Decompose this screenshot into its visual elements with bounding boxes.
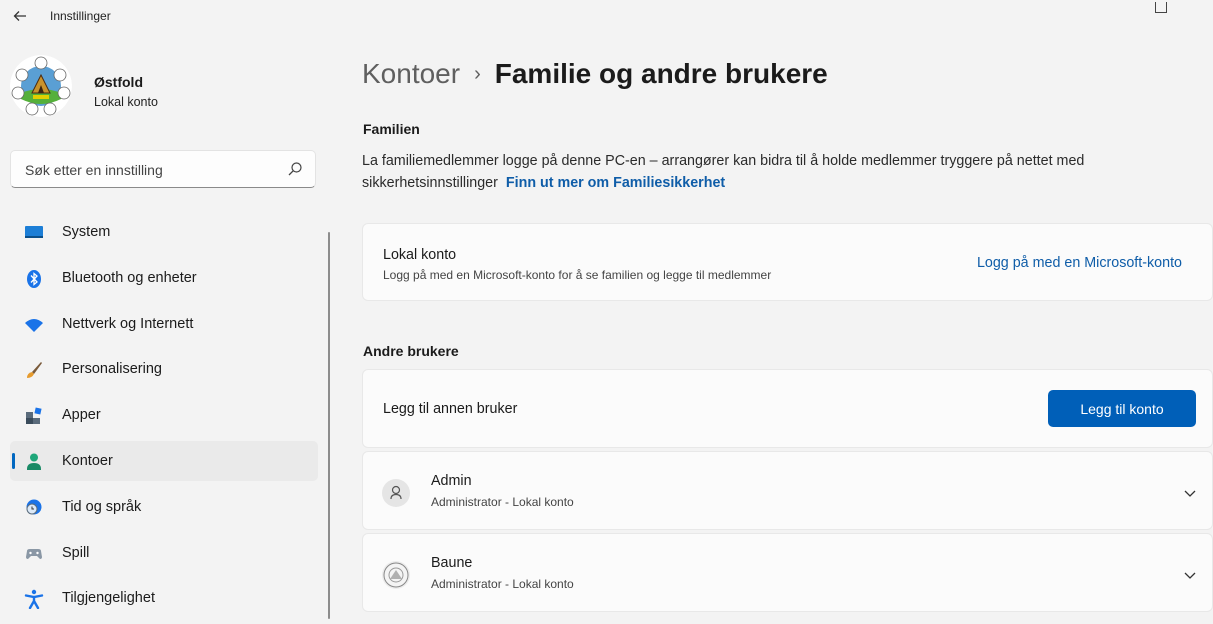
apps-icon (26, 407, 42, 425)
selection-indicator (12, 452, 15, 469)
person-outline-icon (390, 485, 402, 500)
avatar (382, 479, 410, 507)
sidebar-item-label: Nettverk og Internett (62, 315, 194, 332)
gamepad-icon (26, 548, 42, 559)
local-account-card: Lokal konto Logg på med en Microsoft-kon… (362, 223, 1213, 301)
bluetooth-icon (27, 269, 41, 288)
sidebar-item-label: Tid og språk (62, 498, 142, 515)
family-safety-link[interactable]: Finn ut mer om Familiesikkerhet (506, 175, 725, 191)
add-user-card: Legg til annen bruker Legg til konto (362, 369, 1213, 448)
user-profile[interactable]: Østfold Lokal konto (10, 55, 310, 127)
person-icon (27, 453, 41, 470)
user-photo-icon (383, 562, 409, 588)
sidebar-item-apps[interactable]: Apper (10, 395, 318, 435)
sidebar-item-label: Apper (62, 407, 101, 424)
sidebar-item-label: Bluetooth og enheter (62, 269, 197, 286)
breadcrumb: Kontoer › Familie og andre brukere (362, 58, 828, 90)
search-input[interactable] (23, 159, 277, 181)
profile-name: Østfold (94, 74, 143, 90)
user-row-baune[interactable]: Baune Administrator - Lokal konto (362, 533, 1213, 612)
sidebar-scrollbar[interactable] (328, 232, 330, 619)
user-name: Admin (431, 473, 472, 489)
monitor-icon (25, 226, 43, 238)
sidebar-item-system[interactable]: System (10, 212, 318, 252)
sidebar-nav: System Bluetooth og enheter Nettverk og … (10, 212, 318, 624)
local-account-subtitle: Logg på med en Microsoft-konto for å se … (383, 268, 772, 282)
avatar (10, 55, 72, 117)
chevron-down-icon[interactable] (1182, 485, 1198, 501)
accessibility-icon (24, 590, 44, 610)
wifi-icon (25, 318, 43, 332)
sidebar-item-label: Spill (62, 544, 90, 561)
sidebar-item-gaming[interactable]: Spill (10, 533, 318, 573)
user-name: Baune (431, 555, 473, 571)
chevron-down-icon[interactable] (1182, 567, 1198, 583)
user-role: Administrator - Lokal konto (431, 495, 574, 509)
family-heading: Familien (363, 121, 420, 137)
sidebar-item-label: Kontoer (62, 452, 113, 469)
other-users-heading: Andre brukere (363, 343, 459, 359)
user-row-admin[interactable]: Admin Administrator - Lokal konto (362, 451, 1213, 530)
breadcrumb-separator: › (474, 63, 481, 85)
breadcrumb-parent[interactable]: Kontoer (362, 58, 460, 89)
sidebar-item-label: Personalisering (62, 361, 162, 378)
add-user-label: Legg til annen bruker (383, 401, 518, 417)
sidebar-item-label: System (62, 224, 111, 240)
search-icon[interactable] (287, 161, 303, 177)
app-title: Innstillinger (50, 9, 111, 23)
globe-clock-icon (26, 499, 42, 515)
sidebar-item-accessibility[interactable]: Tilgjengelighet (10, 578, 318, 618)
sidebar-item-time-language[interactable]: Tid og språk (10, 487, 318, 527)
sidebar-item-personalization[interactable]: Personalisering (10, 349, 318, 389)
microsoft-signin-link[interactable]: Logg på med en Microsoft-konto (977, 255, 1182, 271)
add-account-button[interactable]: Legg til konto (1048, 390, 1196, 427)
sidebar-item-network[interactable]: Nettverk og Internett (10, 304, 318, 344)
local-account-title: Lokal konto (383, 247, 457, 263)
brush-icon (27, 362, 42, 379)
back-arrow-icon (13, 11, 26, 21)
sidebar-item-bluetooth[interactable]: Bluetooth og enheter (10, 258, 318, 298)
page-title: Familie og andre brukere (494, 58, 828, 89)
family-description: La familiemedlemmer logge på denne PC-en… (362, 150, 1192, 194)
user-role: Administrator - Lokal konto (431, 577, 574, 591)
sidebar-item-label: Tilgjengelighet (62, 590, 155, 607)
sidebar-item-accounts[interactable]: Kontoer (10, 440, 318, 481)
avatar (382, 561, 410, 589)
back-button[interactable] (8, 4, 32, 28)
search-box[interactable] (10, 150, 316, 188)
main-content: Kontoer › Familie og andre brukere Familie… (362, 0, 1213, 619)
profile-account-type: Lokal konto (94, 95, 158, 109)
